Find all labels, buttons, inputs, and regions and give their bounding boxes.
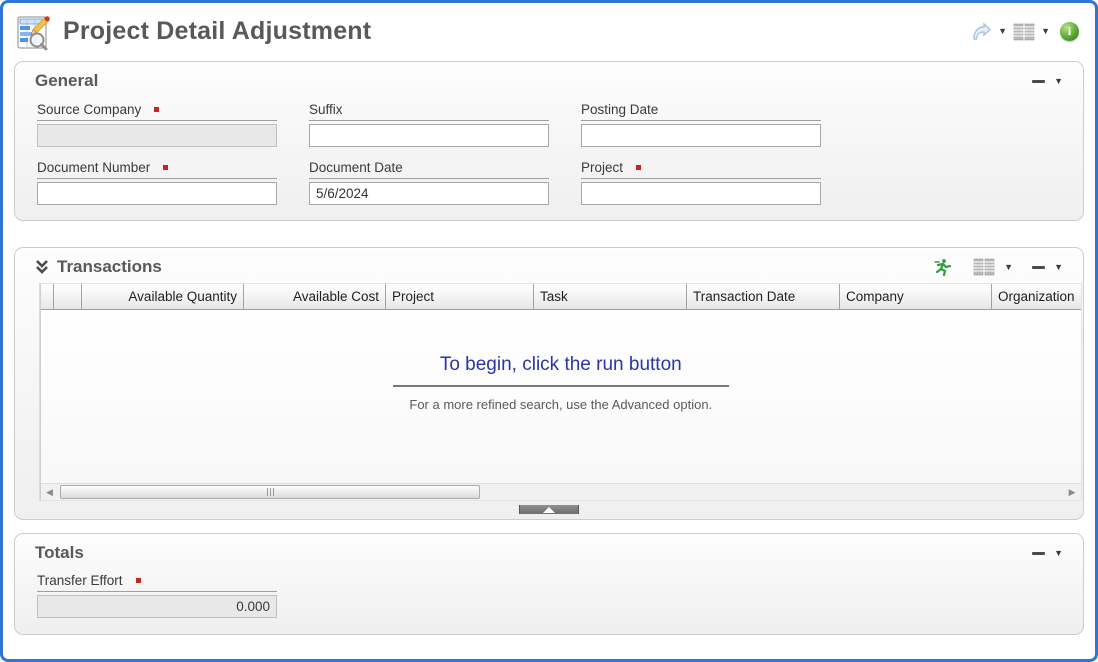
transactions-panel: Transactions: [14, 247, 1084, 520]
document-number-input[interactable]: [37, 182, 277, 205]
info-icon[interactable]: i: [1060, 22, 1079, 41]
project-detail-adjustment-app-icon: [15, 13, 53, 51]
source-company-input[interactable]: [37, 124, 277, 147]
grid-grip-cell[interactable]: [41, 284, 54, 309]
general-menu-caret[interactable]: ▼: [1052, 75, 1065, 88]
transactions-panel-title: Transactions: [57, 257, 162, 277]
empty-state-secondary-text: For a more refined search, use the Advan…: [41, 397, 1081, 412]
totals-panel-header: Totals ▼: [15, 534, 1083, 565]
suffix-field: Suffix: [309, 102, 549, 147]
grid-column-chooser-icon[interactable]: [973, 258, 995, 276]
transfer-effort-input[interactable]: [37, 595, 277, 618]
col-header-company[interactable]: Company: [840, 284, 992, 309]
transfer-effort-label: Transfer Effort: [37, 573, 277, 592]
grid-header-row: Available Quantity Available Cost Projec…: [41, 284, 1081, 310]
general-fields: Source Company Suffix Posting Date Docum…: [15, 93, 1083, 220]
totals-menu-caret[interactable]: ▼: [1052, 547, 1065, 560]
transactions-panel-header: Transactions: [15, 248, 1083, 279]
grid-column-chooser-caret[interactable]: ▼: [1002, 261, 1015, 274]
splitter-up-arrow-icon: [543, 507, 555, 513]
transfer-effort-field: Transfer Effort: [37, 573, 277, 618]
page-title: Project Detail Adjustment: [63, 17, 371, 46]
transactions-grid: Available Quantity Available Cost Projec…: [39, 283, 1053, 501]
totals-panel: Totals ▼ Transfer Effort: [14, 533, 1084, 635]
col-header-transaction-date[interactable]: Transaction Date: [687, 284, 840, 309]
column-chooser-icon[interactable]: [1013, 23, 1035, 41]
titlebar-actions: ▼ ▼ i: [970, 22, 1079, 42]
titlebar: Project Detail Adjustment ▼: [3, 3, 1095, 55]
grid-empty-state: To begin, click the run button For a mor…: [41, 310, 1081, 412]
required-marker: [163, 165, 168, 170]
empty-state-primary-text: To begin, click the run button: [41, 354, 1081, 376]
posting-date-label: Posting Date: [581, 102, 821, 121]
col-header-available-quantity[interactable]: Available Quantity: [82, 284, 244, 309]
totals-minimize-icon[interactable]: [1032, 552, 1045, 555]
posting-date-input[interactable]: [581, 124, 821, 147]
required-marker: [154, 107, 159, 112]
scroll-left-arrow-icon[interactable]: ◀: [41, 484, 58, 501]
document-date-label: Document Date: [309, 160, 549, 179]
project-field: Project: [581, 160, 821, 205]
source-company-field: Source Company: [37, 102, 277, 147]
grid-body: To begin, click the run button For a mor…: [41, 310, 1081, 483]
col-header-available-cost[interactable]: Available Cost: [244, 284, 386, 309]
suffix-input[interactable]: [309, 124, 549, 147]
general-panel: General ▼ Source Company Suffix: [14, 61, 1084, 221]
scrollbar-track[interactable]: [58, 484, 1064, 500]
project-detail-adjustment-window: Project Detail Adjustment ▼: [0, 0, 1098, 662]
navigate-dropdown-caret[interactable]: ▼: [996, 25, 1009, 38]
general-minimize-icon[interactable]: [1032, 80, 1045, 83]
project-input[interactable]: [581, 182, 821, 205]
required-marker: [636, 165, 641, 170]
collapse-double-chevron-icon[interactable]: [35, 259, 49, 275]
run-button[interactable]: [933, 258, 952, 276]
posting-date-field: Posting Date: [581, 102, 821, 147]
empty-state-divider: [393, 385, 729, 387]
scroll-right-arrow-icon[interactable]: ▶: [1064, 484, 1081, 501]
document-number-field: Document Number: [37, 160, 277, 205]
document-date-field: Document Date: [309, 160, 549, 205]
panel-splitter-handle[interactable]: [519, 505, 579, 514]
horizontal-scrollbar[interactable]: ◀ ▶: [41, 483, 1081, 500]
source-company-label: Source Company: [37, 102, 277, 121]
transactions-minimize-icon[interactable]: [1032, 266, 1045, 269]
document-date-input[interactable]: [309, 182, 549, 205]
grid-header-blank: [54, 284, 82, 309]
col-header-organization[interactable]: Organization: [992, 284, 1081, 309]
project-label: Project: [581, 160, 821, 179]
document-number-label: Document Number: [37, 160, 277, 179]
general-panel-header: General ▼: [15, 62, 1083, 93]
totals-panel-title: Totals: [35, 543, 84, 563]
required-marker: [136, 578, 141, 583]
scrollbar-thumb[interactable]: [60, 485, 480, 499]
col-header-project[interactable]: Project: [386, 284, 534, 309]
transactions-menu-caret[interactable]: ▼: [1052, 261, 1065, 274]
navigate-arrow-icon[interactable]: [970, 22, 992, 42]
col-header-task[interactable]: Task: [534, 284, 687, 309]
suffix-label: Suffix: [309, 102, 549, 121]
general-panel-title: General: [35, 71, 98, 91]
column-chooser-caret[interactable]: ▼: [1039, 25, 1052, 38]
